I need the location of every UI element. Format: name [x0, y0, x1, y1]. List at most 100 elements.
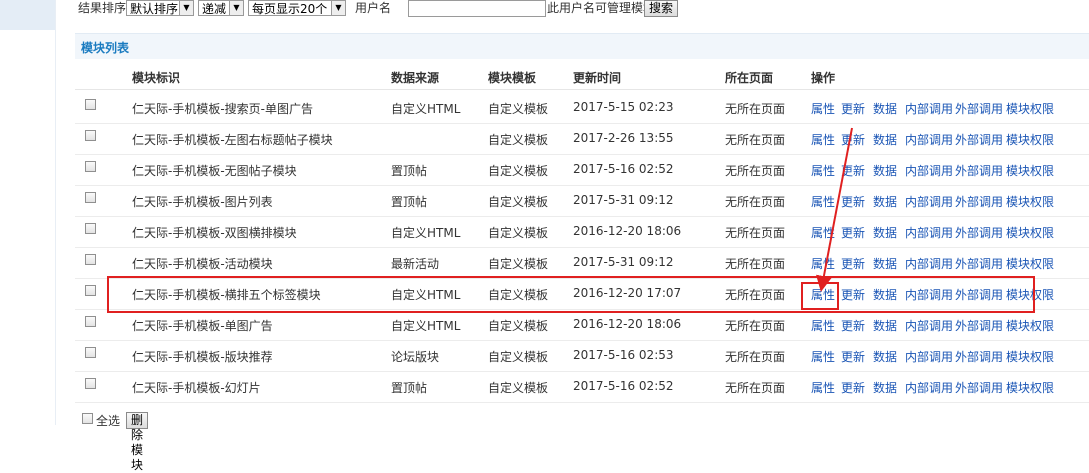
search-button[interactable]: 搜索	[644, 0, 679, 17]
row-checkbox[interactable]	[85, 347, 96, 358]
data-source: 自定义HTML	[391, 102, 461, 116]
external-call-link[interactable]: 外部调用	[955, 100, 1003, 117]
external-call-link[interactable]: 外部调用	[955, 379, 1003, 396]
attribute-link[interactable]: 属性	[811, 193, 835, 210]
permission-link[interactable]: 模块权限	[1006, 348, 1054, 365]
delete-module-button[interactable]: 删除模块	[126, 412, 149, 472]
data-link[interactable]: 数据	[873, 100, 897, 117]
external-call-link[interactable]: 外部调用	[955, 162, 1003, 179]
sort-select[interactable]: 默认排序 ▼	[126, 0, 194, 16]
attribute-link[interactable]: 属性	[811, 317, 835, 334]
row-checkbox[interactable]	[85, 99, 96, 110]
internal-call-link[interactable]: 内部调用	[905, 379, 953, 396]
table-row: 仁天际-手机模板-搜索页-单图广告 自定义HTML 自定义模板 2017-5-15 0…	[75, 92, 1089, 124]
data-link[interactable]: 数据	[873, 162, 897, 179]
permission-link[interactable]: 模块权限	[1006, 162, 1054, 179]
update-link[interactable]: 更新	[841, 317, 865, 334]
data-source: 自定义HTML	[391, 319, 461, 333]
module-name: 仁天际-手机模板-搜索页-单图广告	[132, 102, 313, 116]
update-time: 2017-5-31 09:12	[573, 193, 674, 207]
permission-link[interactable]: 模块权限	[1006, 193, 1054, 210]
col-actions: 操作	[811, 71, 836, 85]
data-link[interactable]: 数据	[873, 348, 897, 365]
permission-link[interactable]: 模块权限	[1006, 255, 1054, 272]
update-link[interactable]: 更新	[841, 348, 865, 365]
module-name: 仁天际-手机模板-图片列表	[132, 195, 273, 209]
update-link[interactable]: 更新	[841, 255, 865, 272]
data-link[interactable]: 数据	[873, 224, 897, 241]
external-call-link[interactable]: 外部调用	[955, 224, 1003, 241]
username-hint: 此用户名可管理模块	[547, 1, 656, 15]
update-link[interactable]: 更新	[841, 224, 865, 241]
data-source: 置顶帖	[391, 381, 428, 395]
update-link[interactable]: 更新	[841, 100, 865, 117]
chevron-down-icon: ▼	[179, 1, 193, 15]
external-call-link[interactable]: 外部调用	[955, 317, 1003, 334]
permission-link[interactable]: 模块权限	[1006, 224, 1054, 241]
update-time: 2016-12-20 18:06	[573, 317, 682, 331]
update-link[interactable]: 更新	[841, 379, 865, 396]
sort-label: 结果排序	[78, 1, 127, 15]
internal-call-link[interactable]: 内部调用	[905, 255, 953, 272]
row-checkbox[interactable]	[85, 378, 96, 389]
data-link[interactable]: 数据	[873, 193, 897, 210]
data-link[interactable]: 数据	[873, 131, 897, 148]
data-link[interactable]: 数据	[873, 317, 897, 334]
internal-call-link[interactable]: 内部调用	[905, 224, 953, 241]
filter-bar: 结果排序 默认排序 ▼ 递减 ▼ 每页显示20个 ▼ 用户名 此用户名可管理模块…	[70, 0, 1089, 18]
permission-link[interactable]: 模块权限	[1006, 131, 1054, 148]
left-sidebar	[0, 0, 56, 425]
row-checkbox[interactable]	[85, 285, 96, 296]
internal-call-link[interactable]: 内部调用	[905, 162, 953, 179]
row-checkbox[interactable]	[85, 223, 96, 234]
attribute-link[interactable]: 属性	[811, 348, 835, 365]
col-module-id: 模块标识	[132, 71, 181, 85]
external-call-link[interactable]: 外部调用	[955, 193, 1003, 210]
row-checkbox[interactable]	[85, 192, 96, 203]
data-link[interactable]: 数据	[873, 379, 897, 396]
update-link[interactable]: 更新	[841, 193, 865, 210]
row-checkbox[interactable]	[85, 316, 96, 327]
module-name: 仁天际-手机模板-左图右标题帖子模块	[132, 133, 333, 147]
attribute-link[interactable]: 属性	[811, 224, 835, 241]
module-template: 自定义模板	[488, 164, 549, 178]
table-header: 模块标识 数据来源 模块模板 更新时间 所在页面 操作	[75, 63, 1089, 90]
internal-call-link[interactable]: 内部调用	[905, 100, 953, 117]
sidebar-active-block	[0, 0, 55, 30]
attribute-link[interactable]: 属性	[811, 131, 835, 148]
external-call-link[interactable]: 外部调用	[955, 348, 1003, 365]
external-call-link[interactable]: 外部调用	[955, 131, 1003, 148]
permission-link[interactable]: 模块权限	[1006, 379, 1054, 396]
permission-link[interactable]: 模块权限	[1006, 100, 1054, 117]
external-call-link[interactable]: 外部调用	[955, 255, 1003, 272]
data-source: 置顶帖	[391, 195, 428, 209]
attribute-link[interactable]: 属性	[811, 379, 835, 396]
order-select[interactable]: 递减 ▼	[198, 0, 244, 16]
attribute-link[interactable]: 属性	[811, 255, 835, 272]
row-checkbox[interactable]	[85, 161, 96, 172]
data-source: 自定义HTML	[391, 226, 461, 240]
perpage-select[interactable]: 每页显示20个 ▼	[248, 0, 346, 16]
update-time: 2017-2-26 13:55	[573, 131, 674, 145]
module-template: 自定义模板	[488, 226, 549, 240]
row-checkbox[interactable]	[85, 254, 96, 265]
select-all-checkbox[interactable]	[82, 413, 93, 424]
internal-call-link[interactable]: 内部调用	[905, 131, 953, 148]
update-link[interactable]: 更新	[841, 131, 865, 148]
table-row: 仁天际-手机模板-幻灯片 置顶帖 自定义模板 2017-5-16 02:52 无所在页面…	[75, 371, 1089, 403]
data-link[interactable]: 数据	[873, 255, 897, 272]
module-name: 仁天际-手机模板-活动模块	[132, 257, 273, 271]
attribute-link[interactable]: 属性	[811, 100, 835, 117]
attribute-link[interactable]: 属性	[811, 162, 835, 179]
module-template: 自定义模板	[488, 319, 549, 333]
permission-link[interactable]: 模块权限	[1006, 317, 1054, 334]
update-link[interactable]: 更新	[841, 162, 865, 179]
page-location: 无所在页面	[725, 133, 786, 147]
username-input[interactable]	[408, 0, 546, 17]
chevron-down-icon: ▼	[229, 1, 243, 15]
internal-call-link[interactable]: 内部调用	[905, 193, 953, 210]
row-checkbox[interactable]	[85, 130, 96, 141]
internal-call-link[interactable]: 内部调用	[905, 317, 953, 334]
update-time: 2017-5-15 02:23	[573, 100, 674, 114]
internal-call-link[interactable]: 内部调用	[905, 348, 953, 365]
